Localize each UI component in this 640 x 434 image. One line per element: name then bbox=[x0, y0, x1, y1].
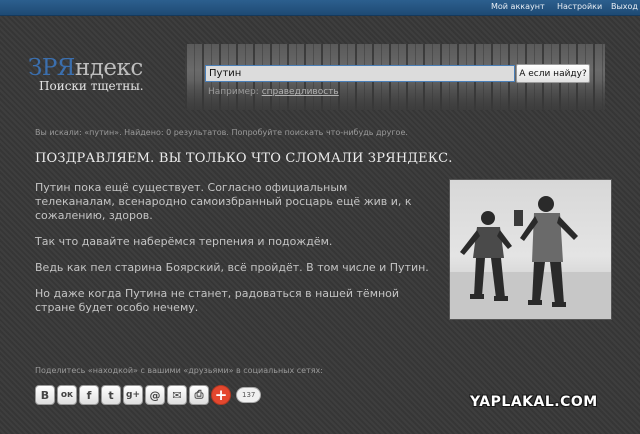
article-paragraph: Ведь как пел старина Боярский, всё пройд… bbox=[35, 261, 429, 274]
page-headline: ПОЗДРАВЛЯЕМ. ВЫ ТОЛЬКО ЧТО СЛОМАЛИ ЗРЯНД… bbox=[35, 151, 453, 166]
share-email-button[interactable]: @ bbox=[145, 385, 165, 405]
share-more-plus-icon[interactable]: + bbox=[211, 385, 231, 405]
share-count-badge: 137 bbox=[236, 387, 262, 403]
site-watermark: YAPLAKAL.COM bbox=[470, 394, 598, 410]
share-vk-button[interactable]: В bbox=[35, 385, 55, 405]
print-button[interactable]: ⎙ bbox=[189, 385, 209, 405]
search-input[interactable] bbox=[205, 65, 515, 82]
article-paragraph: Так что давайте наберёмся терпения и под… bbox=[35, 235, 333, 248]
results-summary: Вы искали: «путин». Найдено: 0 результат… bbox=[35, 128, 408, 137]
logo-tagline: Поиски тщетны. bbox=[39, 79, 144, 93]
example-link[interactable]: справедливость bbox=[262, 87, 339, 97]
share-buttons: В ок f t g+ @ ✉ ⎙ + 137 bbox=[35, 385, 262, 405]
logo-wordmark: ЗРЯндекс bbox=[28, 56, 144, 80]
share-odnoklassniki-button[interactable]: ок bbox=[57, 385, 77, 405]
article-body: Путин пока ещё существует. Согласно офиц… bbox=[35, 181, 430, 327]
share-google-plus-button[interactable]: g+ bbox=[123, 385, 143, 405]
logo-part-blue: ЗРЯ bbox=[28, 55, 75, 81]
settings-link[interactable]: Настройки bbox=[557, 2, 602, 11]
logo-part-gray: ндекс bbox=[74, 55, 143, 81]
search-example: Например: справедливость bbox=[208, 87, 339, 97]
my-account-link[interactable]: Мой аккаунт bbox=[491, 2, 545, 11]
share-mail-button[interactable]: ✉ bbox=[167, 385, 187, 405]
site-logo[interactable]: ЗРЯндекс Поиски тщетны. bbox=[28, 56, 144, 93]
article-paragraph: Но даже когда Путина не станет, радовать… bbox=[35, 287, 400, 314]
article-photo bbox=[449, 179, 612, 320]
top-navigation-bar: Мой аккаунт Настройки Выход bbox=[0, 0, 640, 16]
exit-link[interactable]: Выход bbox=[611, 2, 638, 11]
search-button[interactable]: А если найду? bbox=[516, 64, 590, 83]
dancing-men-photo bbox=[450, 180, 611, 319]
article-paragraph: Путин пока ещё существует. Согласно офиц… bbox=[35, 181, 412, 222]
example-prefix: Например: bbox=[208, 87, 259, 97]
share-caption: Поделитесь «находкой» с вашими «друзьями… bbox=[35, 366, 323, 375]
share-twitter-button[interactable]: t bbox=[101, 385, 121, 405]
share-facebook-button[interactable]: f bbox=[79, 385, 99, 405]
